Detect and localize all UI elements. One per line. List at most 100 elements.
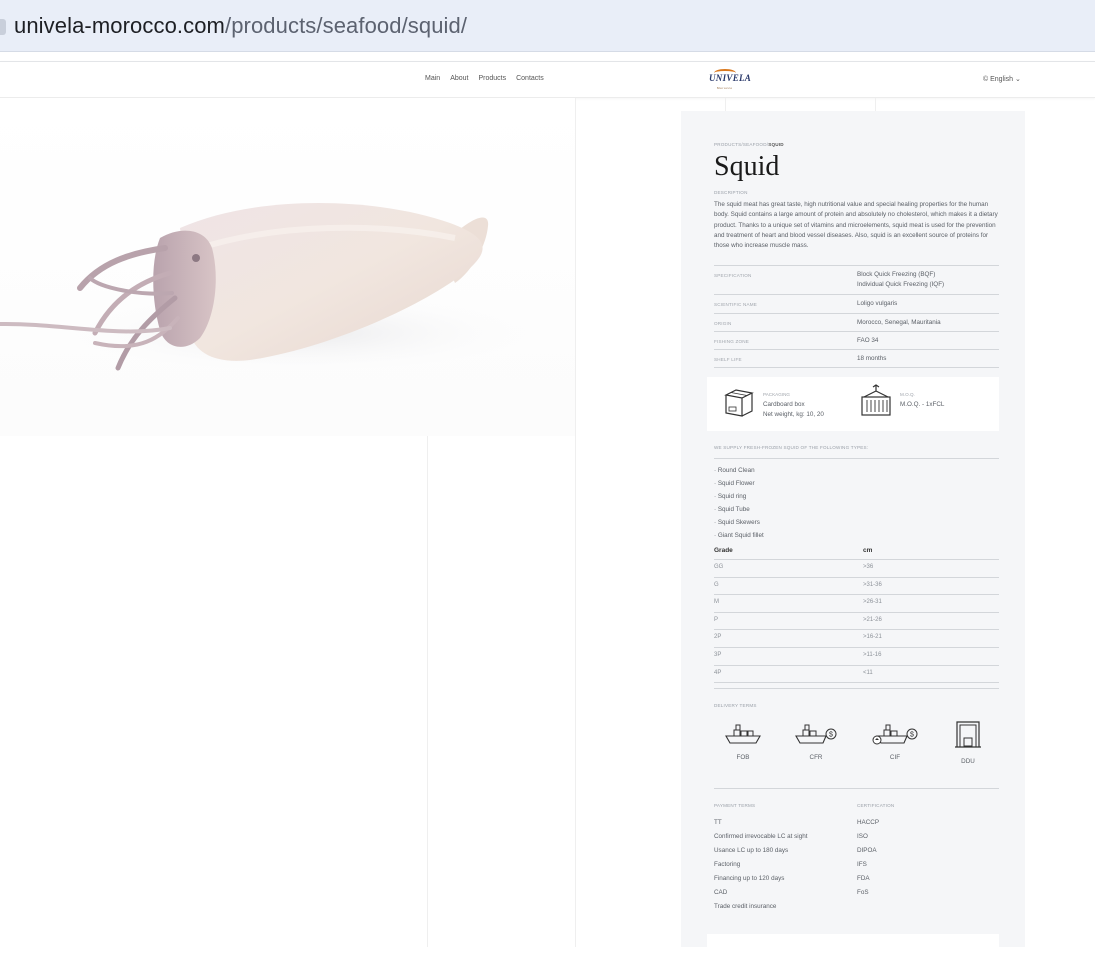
table-row: G >31-36: [714, 578, 999, 596]
terms-section: PAYMENT TERMS TT Confirmed irrevocable L…: [714, 788, 999, 910]
address-bar[interactable]: univela-morocco.com/products/seafood/squ…: [0, 0, 1095, 52]
spec-row: SPECIFICATION Block Quick Freezing (BQF)…: [714, 266, 999, 295]
table-header: Grade cm: [714, 543, 999, 560]
squid-illustration: [0, 203, 560, 378]
ship-insurance-icon: $: [872, 724, 918, 745]
contact-form-top: [707, 934, 999, 954]
url-host: univela-morocco.com: [14, 13, 225, 38]
product-panel: PRODUCTS/SEAFOOD/SQUID Squid DESCRIPTION…: [681, 111, 1025, 954]
spec-value: 18 months: [857, 355, 887, 362]
grade-cell: 3P: [714, 651, 722, 658]
spec-value: Individual Quick Freezing (IQF): [857, 281, 945, 288]
certifications: CERTIFICATION HACCP ISO DIPOA IFS FDA Fo…: [857, 803, 894, 900]
table-row: 2P >16-21: [714, 630, 999, 648]
menu-item-about[interactable]: About: [450, 75, 468, 82]
packaging-line2: Net weight, kg: 10, 20: [763, 411, 824, 418]
delivery-label: DELIVERY TERMS: [714, 703, 757, 708]
table-row: P >21-26: [714, 613, 999, 631]
spec-value: Block Quick Freezing (BQF): [857, 271, 936, 278]
breadcrumb-path[interactable]: PRODUCTS/SEAFOOD/: [714, 142, 768, 147]
menu-item-main[interactable]: Main: [425, 75, 440, 82]
moq-value: M.O.Q. - 1xFCL: [900, 401, 945, 408]
list-item: CAD: [714, 889, 728, 896]
list-item: Confirmed irrevocable LC at sight: [714, 833, 808, 840]
spec-row: SCIENTIFIC NAME Loligo vulgaris: [714, 295, 999, 314]
size-cell: >21-26: [863, 616, 882, 623]
column-header-grade: Grade: [714, 547, 733, 554]
delivery-fob-label: FOB: [736, 754, 750, 761]
description-text: The squid meat has great taste, high nut…: [714, 201, 998, 250]
list-item: · Squid Tube: [714, 506, 750, 513]
size-cell: >31-36: [863, 581, 882, 588]
moq-label: M.O.Q.: [900, 392, 915, 397]
grade-table: Grade cm GG >36 G >31-36 M >26-31 P >21-26 2…: [714, 543, 999, 684]
spec-label: ORIGIN: [714, 321, 732, 326]
svg-text:$: $: [829, 732, 833, 739]
logo-wordmark: UNIVELA: [709, 73, 752, 83]
page-title: Squid: [714, 151, 780, 182]
delivery-fob: FOB: [718, 719, 768, 761]
packaging-box: PACKAGING Cardboard box Net weight, kg: …: [707, 377, 999, 431]
door-delivery-icon: [955, 721, 981, 748]
delivery-terms: DELIVERY TERMS FOB $ CFR $ CIF DDU: [714, 688, 999, 765]
menu-item-products[interactable]: Products: [478, 75, 506, 82]
cert-label: CERTIFICATION: [857, 803, 895, 808]
table-row: GG >36: [714, 560, 999, 578]
url-text[interactable]: univela-morocco.com/products/seafood/squ…: [14, 13, 467, 39]
description-label: DESCRIPTION: [714, 190, 748, 195]
list-item: Trade credit insurance: [714, 903, 777, 910]
spec-label: SCIENTIFIC NAME: [714, 302, 758, 307]
divider: [575, 98, 576, 947]
delivery-cfr: $ CFR: [791, 719, 841, 761]
spec-value: Morocco, Senegal, Mauritania: [857, 319, 941, 326]
delivery-ddu-label: DDU: [961, 758, 975, 765]
main-menu: Main About Products Contacts: [425, 75, 544, 82]
packaging-line1: Cardboard box: [763, 401, 805, 408]
spec-table: SPECIFICATION Block Quick Freezing (BQF)…: [714, 265, 999, 368]
divider: [875, 98, 876, 111]
svg-text:$: $: [910, 732, 914, 739]
delivery-cif-label: CIF: [889, 754, 901, 761]
grade-cell: G: [714, 581, 719, 588]
menu-item-contacts[interactable]: Contacts: [516, 75, 544, 82]
divider: [725, 98, 726, 111]
table-row: M >26-31: [714, 595, 999, 613]
list-item: · Squid Flower: [714, 480, 755, 487]
packaging-label: PACKAGING: [763, 392, 790, 397]
list-item: Financing up to 120 days: [714, 875, 785, 882]
grade-cell: M: [714, 599, 719, 606]
language-selector[interactable]: © English ⌄: [983, 75, 1021, 83]
spec-row: ORIGIN Morocco, Senegal, Mauritania: [714, 314, 999, 332]
size-cell: >11-16: [863, 651, 882, 658]
list-item: FoS: [857, 889, 869, 896]
list-item: Usance LC up to 180 days: [714, 847, 789, 854]
grade-cell: P: [714, 616, 719, 623]
list-item: ISO: [857, 833, 868, 840]
site-header: Main About Products Contacts UNIVELA Mor…: [0, 61, 1095, 98]
logo-subtitle: Morocco: [717, 86, 733, 90]
list-item: DIPOA: [857, 847, 877, 854]
list-item: · Round Clean: [714, 467, 755, 474]
list-item: IFS: [857, 861, 867, 868]
spec-value: Loligo vulgaris: [857, 300, 898, 307]
list-item: · Squid ring: [714, 493, 747, 500]
size-cell: >36: [863, 564, 874, 570]
breadcrumb-current: SQUID: [768, 142, 784, 147]
payment-terms: PAYMENT TERMS TT Confirmed irrevocable L…: [714, 803, 807, 914]
ship-dollar-icon: $: [795, 724, 837, 744]
url-path: /products/seafood/squid/: [224, 13, 468, 38]
grade-cell: GG: [714, 564, 724, 570]
spec-label: SPECIFICATION: [714, 273, 752, 278]
breadcrumb: PRODUCTS/SEAFOOD/SQUID: [714, 142, 999, 147]
types-label: WE SUPPLY FRESH-FROZEN SQUID OF THE FOLL…: [714, 445, 869, 450]
size-cell: <11: [863, 669, 873, 676]
univela-logo[interactable]: UNIVELA Morocco: [706, 68, 751, 94]
product-image: [0, 98, 575, 436]
types-list: · Round Clean · Squid Flower · Squid rin…: [714, 458, 999, 542]
list-item: TT: [714, 819, 722, 826]
spec-row: FISHING ZONE FAO 34: [714, 332, 999, 350]
table-row: 3P >11-16: [714, 648, 999, 666]
spec-label: FISHING ZONE: [714, 339, 750, 344]
site-info-icon[interactable]: [0, 19, 6, 35]
delivery-ddu: DDU: [943, 719, 993, 765]
